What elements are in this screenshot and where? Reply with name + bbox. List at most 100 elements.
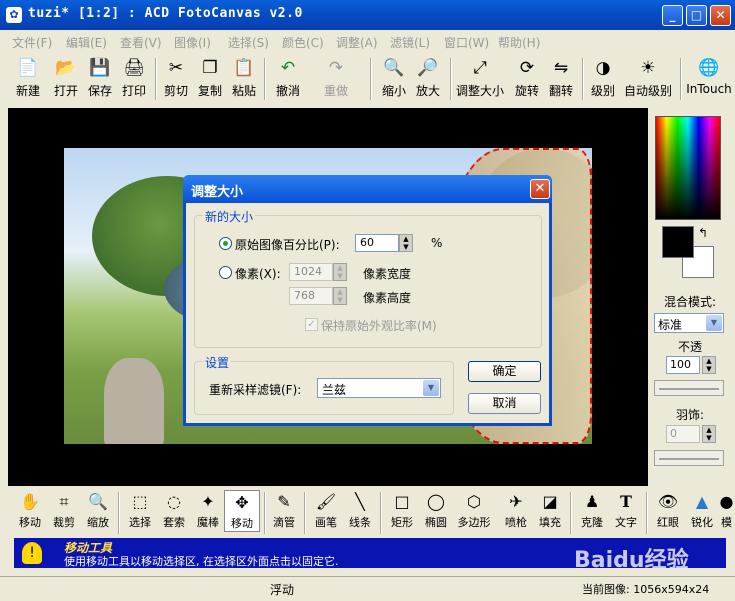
menu-help[interactable]: 帮助(H) [498,34,540,51]
save-button[interactable]: 💾 保存 [82,57,118,103]
opacity-stepper[interactable]: ▲ ▼ [702,356,716,374]
tools-toolbar: ✋ 移动 ⌗ 裁剪 🔍 缩放 ⬚ 选择 ◌ 套索 ✦ 魔棒 ✥ 移动 ✎ 滴管 🖌 画笔 ╲ 线条 … [8,488,735,536]
tool-lasso[interactable]: ◌ 套索 [156,490,192,530]
title-bar[interactable]: ✿ tuzi* [1:2] : ACD FotoCanvas v2.0 _ □ … [0,0,735,30]
resize-button[interactable]: ⤢ 调整大小 [454,57,506,103]
width-input[interactable]: 1024 [289,263,333,281]
height-input[interactable]: 768 [289,287,333,305]
feather-label: 羽饰: [675,408,705,422]
tool-fill[interactable]: ◪ 填充 [532,490,568,530]
new-button[interactable]: 📄 新建 [10,57,46,103]
menu-file[interactable]: 文件(F) [12,34,52,51]
chevron-down-icon: ▼ [706,315,722,331]
paste-button[interactable]: 📋 粘贴 [226,57,262,103]
maximize-button[interactable]: □ [686,5,707,26]
percent-radio[interactable] [219,237,232,250]
tool-text[interactable]: T 文字 [608,490,644,530]
settings-group: 设置 重新采样滤镜(F): 兰兹 ▼ [194,354,454,415]
menu-adjust[interactable]: 调整(A) [336,34,378,51]
menu-window[interactable]: 窗口(W) [444,34,489,51]
new-file-icon: 📄 [17,58,39,78]
menu-color[interactable]: 颜色(C) [282,34,324,51]
dialog-title: 调整大小 [191,185,244,200]
eyedropper-icon: ✎ [277,492,291,511]
keep-ratio-checkbox[interactable]: ✓ [305,318,318,331]
tool-brush[interactable]: 🖌 画笔 [308,490,344,530]
cancel-button[interactable]: 取消 [468,393,541,414]
levels-button[interactable]: ◑ 级别 [586,57,620,103]
tool-airbrush[interactable]: ✈ 喷枪 [498,490,534,530]
tool-clone[interactable]: ♟ 克隆 [574,490,610,530]
swap-colors-icon[interactable]: ↰ [698,226,708,240]
percent-input[interactable]: 60 [355,234,399,252]
cut-icon: ✂ [168,58,184,78]
dialog-title-bar[interactable]: 调整大小 ✕ [183,175,552,203]
flip-icon: ⇋ [553,58,569,78]
feather-stepper[interactable]: ▲ ▼ [702,425,716,443]
tool-red-eye[interactable]: 👁 红眼 [650,490,686,530]
redo-icon: ↷ [328,58,344,78]
tool-pan[interactable]: ✋ 移动 [12,490,48,530]
tool-zoom[interactable]: 🔍 缩放 [80,490,116,530]
rect-select-icon: ⬚ [132,492,148,511]
open-button[interactable]: 📂 打开 [48,57,84,103]
color-spectrum[interactable] [655,116,721,220]
print-button[interactable]: 🖨 打印 [116,57,152,103]
filter-label: 重新采样滤镜(F): [209,383,302,397]
flip-button[interactable]: ⇋ 翻转 [544,57,578,103]
ok-button[interactable]: 确定 [468,361,541,382]
percent-stepper[interactable]: ▲ ▼ [399,234,413,252]
minimize-button[interactable]: _ [662,5,683,26]
fill-icon: ◪ [542,492,558,511]
opacity-input[interactable]: 100 [666,356,700,374]
rotate-icon: ⟳ [519,58,535,78]
tool-eyedropper[interactable]: ✎ 滴管 [266,490,302,530]
copy-button[interactable]: ❐ 复制 [192,57,228,103]
tool-polygon[interactable]: ⬡ 多边形 [454,490,494,530]
filter-select[interactable]: 兰兹 ▼ [317,378,441,398]
tool-ellipse[interactable]: ◯ 椭圆 [418,490,454,530]
close-button[interactable]: ✕ [710,5,731,26]
opacity-slider[interactable] [654,380,724,396]
keep-ratio-label: 保持原始外观比率(M) [321,319,437,333]
menu-image[interactable]: 图像(I) [174,34,211,51]
height-stepper[interactable]: ▲ ▼ [333,287,347,305]
menu-filter[interactable]: 滤镜(L) [390,34,430,51]
undo-button[interactable]: ↶ 撤消 [270,57,306,103]
pixel-radio[interactable] [219,266,232,279]
move-icon: ✥ [235,493,249,512]
blend-mode-select[interactable]: 标准 ▼ [654,313,724,333]
feather-slider[interactable] [654,450,724,466]
menu-edit[interactable]: 编辑(E) [66,34,107,51]
zoom-in-button[interactable]: 🔎 放大 [410,57,446,103]
toolbar-separator [370,58,372,100]
menu-view[interactable]: 查看(V) [120,34,162,51]
tool-line[interactable]: ╲ 线条 [342,490,378,530]
foreground-color-swatch[interactable] [662,226,694,258]
width-stepper[interactable]: ▲ ▼ [333,263,347,281]
auto-levels-button[interactable]: ☀ 自动级别 [620,57,676,103]
tool-select[interactable]: ⬚ 选择 [122,490,158,530]
zoom-out-button[interactable]: 🔍 缩小 [376,57,412,103]
feather-input[interactable]: 0 [666,425,700,443]
main-toolbar: 📄 新建 📂 打开 💾 保存 🖨 打印 ✂ 剪切 ❐ 复制 📋 粘贴 ↶ 撤消 ↷ 重做 🔍 缩小 … [8,54,735,104]
hand-icon: ✋ [20,492,40,511]
tool-rectangle[interactable]: □ 矩形 [384,490,420,530]
menu-select[interactable]: 选择(S) [228,34,269,51]
toolbar-separator [304,492,306,534]
zoom-in-icon: 🔎 [417,58,439,78]
sharpen-icon: ▲ [695,492,709,511]
tool-magic-wand[interactable]: ✦ 魔棒 [190,490,226,530]
tool-sharpen[interactable]: ▲ 锐化 [684,490,720,530]
red-eye-icon: 👁 [657,492,679,511]
dialog-close-button[interactable]: ✕ [530,179,550,199]
tool-crop[interactable]: ⌗ 裁剪 [46,490,82,530]
tool-blur[interactable]: ● 模 [718,490,735,530]
redo-button[interactable]: ↷ 重做 [318,57,354,103]
intouch-button[interactable]: 🌐 InTouch [684,57,734,103]
rotate-button[interactable]: ⟳ 旋转 [510,57,544,103]
settings-group-label: 设置 [203,354,232,371]
cut-button[interactable]: ✂ 剪切 [158,57,194,103]
zoom-icon: 🔍 [88,492,108,511]
tool-move[interactable]: ✥ 移动 [224,490,260,532]
